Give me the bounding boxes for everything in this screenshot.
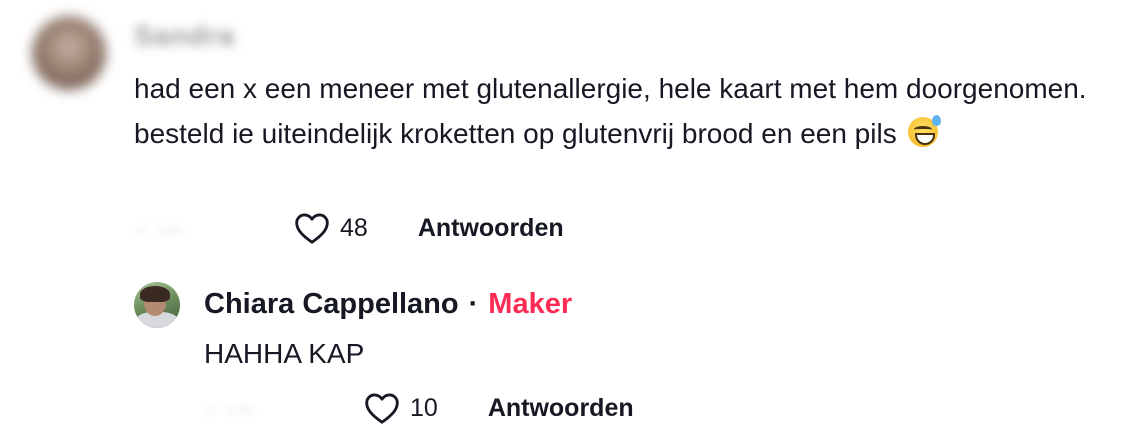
reply-button[interactable]: Antwoorden: [488, 394, 634, 423]
reply-date: 2-27: [204, 405, 364, 411]
like-button[interactable]: 48: [294, 211, 368, 245]
avatar[interactable]: [134, 282, 180, 328]
comment-text: had een x een meneer met glutenallergie,…: [134, 66, 1124, 156]
comment-date: 2-27: [134, 225, 294, 231]
reply-text: HAHHA KAP: [204, 338, 365, 369]
separator-dot: ·: [468, 288, 479, 320]
reply-actions: 2-27 10 Antwoorden: [204, 390, 634, 426]
reply-button[interactable]: Antwoorden: [418, 214, 564, 243]
grinning-face-with-sweat-icon: [908, 115, 942, 147]
heart-icon[interactable]: [294, 211, 330, 245]
avatar[interactable]: [32, 16, 106, 90]
creator-badge: Maker: [488, 288, 573, 320]
like-count: 48: [340, 213, 368, 242]
comment-username[interactable]: Sandra: [134, 20, 235, 52]
reply-header: Chiara Cappellano · Maker: [204, 284, 572, 324]
heart-icon[interactable]: [364, 391, 400, 425]
reply-username[interactable]: Chiara Cappellano: [204, 284, 459, 324]
like-count: 10: [410, 393, 438, 422]
comment-body: had een x een meneer met glutenallergie,…: [134, 73, 1087, 149]
like-button[interactable]: 10: [364, 391, 438, 425]
comment-actions: 2-27 48 Antwoorden: [134, 210, 564, 246]
